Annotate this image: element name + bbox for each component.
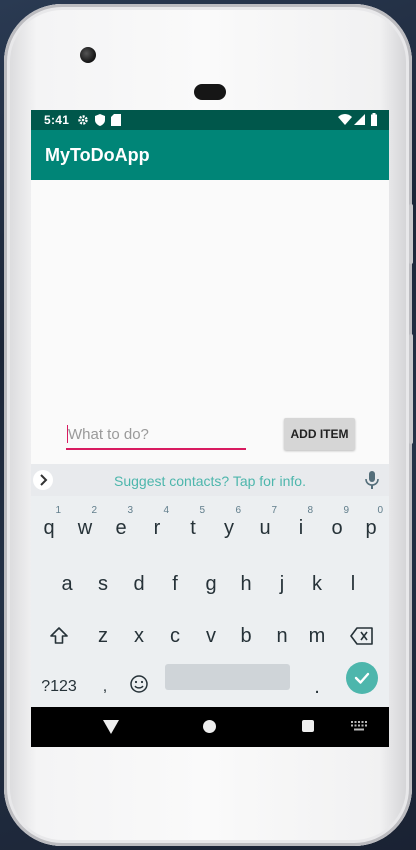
key-hint: 4 [163,505,169,516]
key-u[interactable]: 7u [247,505,283,548]
key-q[interactable]: 1q [31,505,67,548]
key-label: e [115,517,127,539]
key-p[interactable]: 0p [353,505,389,548]
key-h[interactable]: h [228,564,264,604]
key-y[interactable]: 6y [211,505,247,548]
shift-icon [50,627,68,644]
status-time: 5:41 [44,113,70,127]
key-d[interactable]: d [121,564,157,604]
key-f[interactable]: f [157,564,193,604]
key-hint: 5 [199,505,205,516]
status-bar: 5:41 [31,110,389,130]
sd-card-icon [111,114,121,126]
key-hint: 2 [91,505,97,516]
key-a[interactable]: a [49,564,85,604]
key-v[interactable]: v [193,616,229,656]
key-m[interactable]: m [299,616,335,656]
key-label: i [298,517,304,539]
key-r[interactable]: 4r [139,505,175,548]
todo-input-wrapper [66,422,246,450]
keyboard-switch-icon[interactable] [351,721,367,731]
shield-icon [95,114,105,126]
home-icon[interactable] [203,720,216,733]
soft-keyboard: 1q 2w 3e 4r 5t 6y 7u 8i 9o 0p a s d f g … [31,496,389,707]
key-g[interactable]: g [193,564,229,604]
volume-button [409,334,413,444]
enter-key[interactable] [346,662,378,694]
power-button [409,204,413,264]
suggestion-text[interactable]: Suggest contacts? Tap for info. [31,473,389,489]
backspace-icon [350,627,373,645]
space-key[interactable] [165,664,290,690]
microphone-icon[interactable] [365,471,379,489]
key-k[interactable]: k [299,564,335,604]
key-b[interactable]: b [228,616,264,656]
phone-screen: 5:41 MyToDoApp ADD ITEM [31,110,389,747]
key-i[interactable]: 8i [283,505,319,548]
key-j[interactable]: j [264,564,300,604]
app-bar: MyToDoApp [31,130,389,180]
key-hint: 9 [343,505,349,516]
comma-key[interactable]: , [87,667,123,707]
key-label: q [43,517,55,539]
key-o[interactable]: 9o [319,505,355,548]
key-hint: 1 [55,505,61,516]
emoji-icon [130,675,148,693]
key-x[interactable]: x [121,616,157,656]
key-label: p [365,517,377,539]
emoji-key[interactable] [121,667,157,707]
key-label: y [224,517,234,539]
checkmark-icon [354,672,370,684]
key-t[interactable]: 5t [175,505,211,548]
key-hint: 0 [377,505,383,516]
key-label: w [77,517,93,539]
key-hint: 8 [307,505,313,516]
period-key[interactable]: . [299,667,335,707]
key-label: o [331,517,343,539]
suggestion-bar[interactable]: Suggest contacts? Tap for info. [31,464,389,496]
key-w[interactable]: 2w [67,505,103,548]
symbols-key[interactable]: ?123 [37,667,81,707]
back-icon[interactable] [103,720,119,734]
key-e[interactable]: 3e [103,505,139,548]
app-title: MyToDoApp [45,145,150,165]
text-cursor [67,425,68,443]
key-n[interactable]: n [264,616,300,656]
key-label: u [259,517,271,539]
key-s[interactable]: s [85,564,121,604]
key-hint: 3 [127,505,133,516]
navigation-bar [31,707,389,747]
backspace-key[interactable] [344,616,380,656]
battery-icon [371,113,377,126]
gear-icon [78,115,88,125]
wifi-icon [338,114,352,125]
key-label: r [153,517,161,539]
todo-input[interactable] [66,422,246,450]
key-hint: 7 [271,505,277,516]
earpiece-speaker [194,84,226,100]
recents-icon[interactable] [302,720,314,732]
shift-key[interactable] [41,616,77,656]
key-label: t [190,517,196,539]
key-hint: 6 [235,505,241,516]
key-c[interactable]: c [157,616,193,656]
signal-icon [354,114,365,125]
add-item-button[interactable]: ADD ITEM [284,418,355,450]
key-l[interactable]: l [335,564,371,604]
key-z[interactable]: z [85,616,121,656]
front-camera [80,47,96,63]
